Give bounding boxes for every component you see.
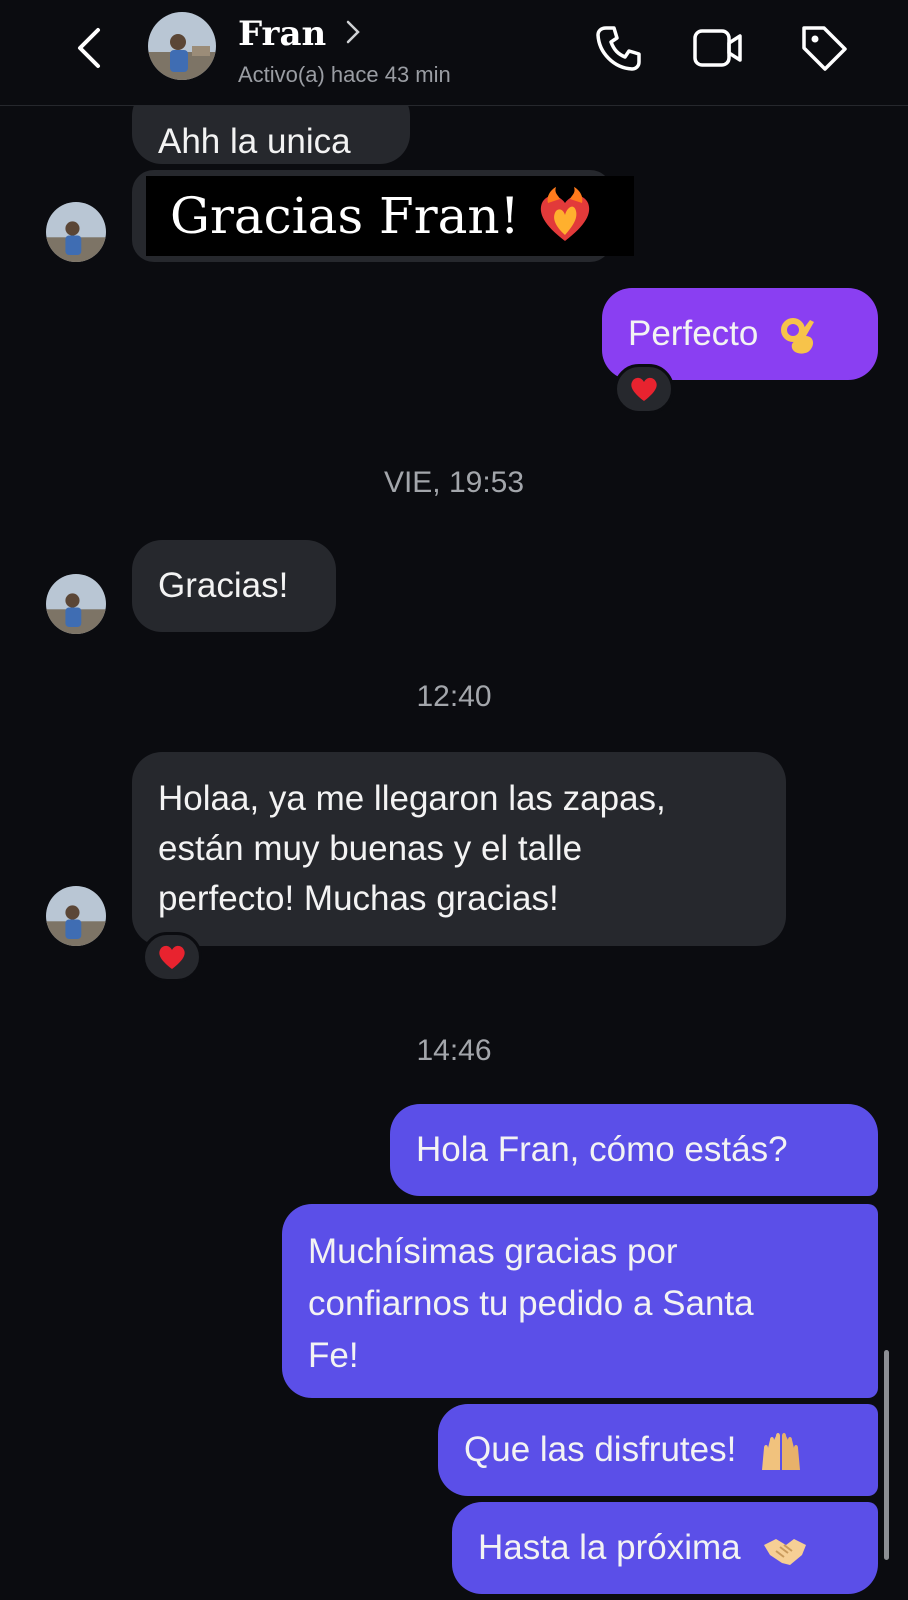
timestamp: VIE, 19:53 xyxy=(383,466,525,499)
raised-hands-emoji xyxy=(762,1432,801,1470)
contact-avatar[interactable] xyxy=(148,12,216,80)
contact-avatar-small[interactable] xyxy=(46,202,106,262)
message-text: Gracias! xyxy=(158,566,289,605)
red-heart-emoji xyxy=(631,377,657,401)
back-button[interactable] xyxy=(70,24,110,72)
message-line: confiarnos tu pedido a Santa xyxy=(308,1284,754,1323)
message-line: Fe! xyxy=(308,1336,359,1375)
video-icon xyxy=(693,29,742,67)
call-button[interactable] xyxy=(592,22,644,74)
message-text: Hasta la próxima xyxy=(478,1528,741,1567)
heart-on-fire-emoji xyxy=(540,187,589,241)
message-outgoing[interactable]: Hasta la próxima xyxy=(452,1502,878,1594)
message-text: Perfecto xyxy=(628,314,759,353)
tag-button[interactable] xyxy=(798,22,850,74)
message-line: están muy buenas y el talle xyxy=(158,829,583,868)
handshake-emoji xyxy=(764,1538,807,1565)
reaction-badge[interactable] xyxy=(142,932,202,982)
message-text: Que las disfrutes! xyxy=(464,1430,737,1469)
avatar-photo xyxy=(46,886,106,946)
timestamp: 12:40 xyxy=(416,680,492,713)
timestamp: 14:46 xyxy=(416,1034,492,1067)
message-text: Hola Fran, cómo estás? xyxy=(416,1130,788,1169)
message-outgoing[interactable]: Que las disfrutes! xyxy=(438,1404,878,1496)
avatar-photo xyxy=(148,12,216,80)
message-line: Muchísimas gracias por xyxy=(308,1232,678,1271)
chevron-right-icon[interactable] xyxy=(344,18,362,46)
message-text: Ahh la unica xyxy=(158,122,351,161)
overlay-caption: Gracias Fran! xyxy=(146,176,634,256)
avatar-photo xyxy=(46,574,106,634)
red-heart-emoji xyxy=(159,945,185,969)
caption-text: Gracias Fran! xyxy=(170,187,520,245)
active-status: Activo(a) hace 43 min xyxy=(238,62,451,87)
avatar-photo xyxy=(46,202,106,262)
message-incoming[interactable]: Gracias! xyxy=(132,540,336,632)
message-outgoing[interactable]: Hola Fran, cómo estás? xyxy=(390,1104,878,1196)
message-incoming[interactable]: Holaa, ya me llegaron las zapas, están m… xyxy=(132,752,786,946)
chevron-left-icon xyxy=(78,28,100,68)
message-line: perfecto! Muchas gracias! xyxy=(158,879,559,918)
ok-hand-emoji xyxy=(781,317,815,354)
contact-avatar-small[interactable] xyxy=(46,886,106,946)
video-call-button[interactable] xyxy=(692,22,744,74)
contact-avatar-small[interactable] xyxy=(46,574,106,634)
chat-header: Fran Activo(a) hace 43 min xyxy=(0,0,908,106)
phone-icon xyxy=(596,26,641,71)
scrollbar[interactable] xyxy=(884,1350,889,1560)
message-line: Holaa, ya me llegaron las zapas, xyxy=(158,779,666,818)
contact-name[interactable]: Fran xyxy=(238,14,326,54)
message-outgoing[interactable]: Muchísimas gracias por confiarnos tu ped… xyxy=(282,1204,878,1398)
tag-icon xyxy=(802,26,847,71)
reaction-badge[interactable] xyxy=(614,364,674,414)
